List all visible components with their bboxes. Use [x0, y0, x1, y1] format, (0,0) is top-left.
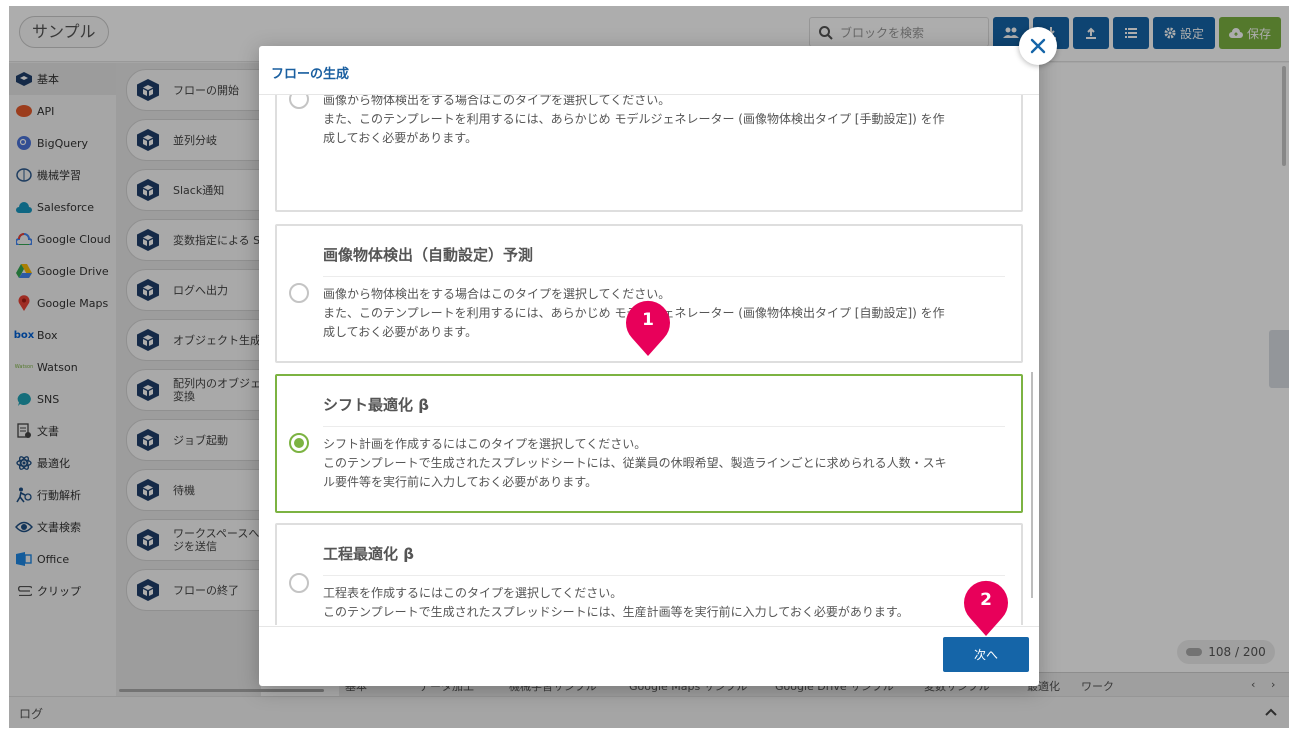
description-line: シフト計画を作成するにはこのタイプを選択してください。 — [323, 437, 647, 451]
divider — [259, 626, 1039, 627]
description-line: 工程表を作成するにはこのタイプを選択してください。 — [323, 586, 623, 600]
description-line: ル要件等を実行前に入力しておく必要があります。 — [323, 475, 598, 489]
close-dialog-button[interactable] — [1019, 27, 1057, 65]
dialog-scrollbar[interactable] — [1031, 372, 1033, 598]
description-line: このテンプレートで生成されたスプレッドシートには、従業員の休暇希望、製造ラインご… — [323, 456, 947, 470]
marker-number: 2 — [980, 590, 992, 610]
template-list[interactable]: 画像から物体検出をする場合はこのタイプを選択してください。 また、このテンプレー… — [259, 95, 1039, 625]
template-radio[interactable] — [289, 283, 309, 303]
step-marker-1: 1 — [624, 300, 672, 356]
description-line: また、このテンプレートを利用するには、あらかじめ モデルジェネレーター (画像物… — [323, 112, 945, 126]
divider — [323, 575, 1005, 576]
template-description: シフト計画を作成するにはこのタイプを選択してください。 このテンプレートで生成さ… — [323, 435, 947, 492]
template-card-process-optimization[interactable]: 工程最適化 β 工程表を作成するにはこのタイプを選択してください。 このテンプレ… — [275, 523, 1023, 625]
template-title: 画像物体検出（自動設定）予測 — [323, 246, 534, 264]
template-radio-selected[interactable] — [289, 433, 309, 453]
marker-number: 1 — [642, 310, 654, 330]
next-button[interactable]: 次へ — [943, 637, 1029, 672]
template-radio[interactable] — [289, 95, 309, 109]
template-title: 工程最適化 β — [323, 545, 414, 563]
description-line: 画像から物体検出をする場合はこのタイプを選択してください。 — [323, 95, 671, 107]
template-title: シフト最適化 β — [323, 396, 429, 414]
divider — [323, 276, 1005, 277]
generate-flow-dialog: フローの生成 画像から物体検出をする場合はこのタイプを選択してください。 また、… — [259, 46, 1039, 686]
template-description: 工程表を作成するにはこのタイプを選択してください。 このテンプレートで生成された… — [323, 584, 909, 622]
template-description: 画像から物体検出をする場合はこのタイプを選択してください。 また、このテンプレー… — [323, 95, 945, 148]
template-radio[interactable] — [289, 573, 309, 593]
step-marker-2: 2 — [962, 580, 1010, 636]
template-card-shift-optimization[interactable]: シフト最適化 β シフト計画を作成するにはこのタイプを選択してください。 このテ… — [275, 374, 1023, 513]
description-line: 成しておく必要があります。 — [323, 131, 478, 145]
close-icon — [1030, 38, 1046, 54]
template-card-image-detection-manual[interactable]: 画像から物体検出をする場合はこのタイプを選択してください。 また、このテンプレー… — [275, 95, 1023, 212]
description-line: このテンプレートで生成されたスプレッドシートには、生産計画等を実行前に入力してお… — [323, 605, 909, 619]
divider — [323, 426, 1005, 427]
dialog-title: フローの生成 — [271, 67, 350, 82]
